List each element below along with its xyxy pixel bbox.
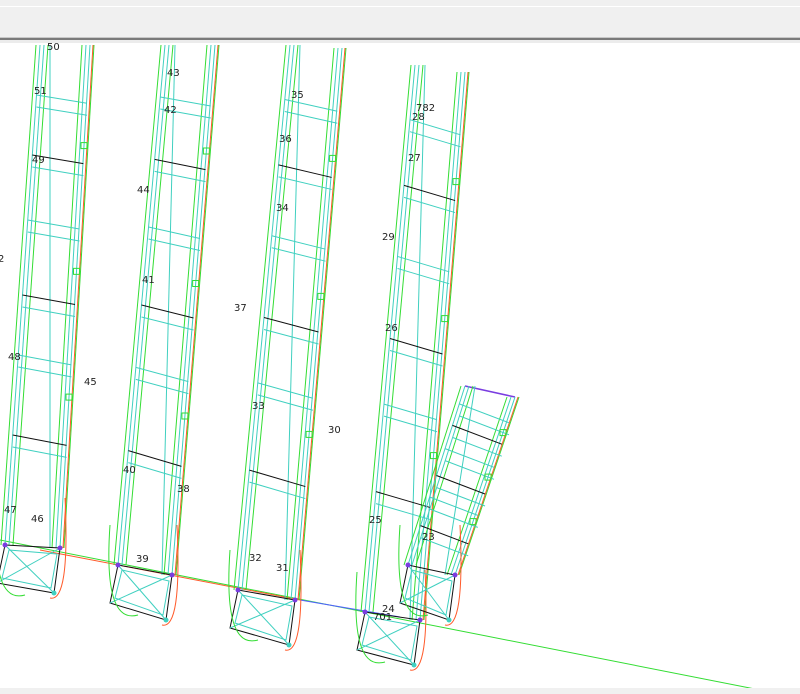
cross-section — [409, 131, 461, 148]
wire-edge — [245, 44, 299, 591]
node-label: 29 — [382, 232, 395, 243]
toolbar — [0, 0, 800, 38]
cross-section — [397, 267, 450, 285]
node-label: 51 — [34, 86, 47, 97]
node-label: 701 — [373, 612, 392, 623]
wire-edge — [63, 44, 95, 549]
wire-edge — [368, 64, 420, 613]
wireframe-canvas[interactable]: 50 51 49 2 48 47 46 45 44 43 42 41 40 39… — [0, 42, 800, 691]
wire-edge — [233, 44, 287, 591]
wire-edge — [8, 44, 45, 546]
wire-edge — [163, 44, 208, 576]
foot-box — [229, 589, 296, 646]
node-point — [2, 542, 8, 548]
node-point — [362, 609, 368, 615]
node-label: 33 — [252, 401, 265, 412]
cross-section — [154, 170, 206, 183]
node-label: 41 — [142, 275, 155, 286]
cross-section — [18, 366, 72, 378]
cross-section — [135, 378, 189, 395]
node-label: 37 — [234, 303, 247, 314]
cross-section — [383, 415, 438, 433]
cross-section — [141, 316, 194, 331]
node-label: 49 — [32, 155, 45, 166]
node-label: 46 — [31, 514, 44, 525]
node-label: 47 — [4, 505, 17, 516]
wire-edge — [174, 44, 219, 576]
node-point — [411, 662, 417, 668]
node-point — [57, 545, 63, 551]
wire-edge — [297, 47, 346, 601]
node-label: 40 — [123, 465, 136, 476]
wire-edge — [294, 47, 343, 601]
node-point — [169, 572, 175, 578]
wire-edge — [457, 396, 519, 576]
foot-box — [109, 564, 173, 621]
wire-edge — [171, 44, 216, 576]
node-point — [292, 597, 298, 603]
toolbar-highlight — [0, 6, 800, 7]
node-point — [286, 642, 292, 648]
wire-edge — [161, 44, 176, 576]
cross-section — [389, 350, 443, 367]
wire-edge — [121, 44, 170, 566]
node-label: 28 — [412, 112, 425, 123]
cross-section — [284, 111, 338, 124]
cross-section — [278, 176, 332, 190]
wire-edge — [167, 44, 212, 576]
wire-edge — [59, 44, 91, 549]
cross-section — [22, 306, 76, 317]
node-label: 32 — [249, 553, 262, 564]
wire-edge — [237, 589, 290, 646]
wire-edge — [241, 44, 295, 591]
node-point — [405, 562, 411, 568]
wire-edge — [125, 44, 174, 566]
node-label: 48 — [8, 352, 21, 363]
wire-edge — [446, 396, 508, 576]
status-strip — [0, 688, 800, 694]
cross-section — [271, 247, 326, 262]
cad-wireframe-viewport[interactable]: 50 51 49 2 48 47 46 45 44 43 42 41 40 39… — [0, 42, 800, 691]
wire-edge — [0, 547, 61, 582]
node-label: 34 — [276, 203, 289, 214]
cross-section — [148, 238, 201, 251]
wire-edge — [286, 47, 335, 601]
wire-edge — [55, 44, 87, 549]
cross-section — [32, 166, 84, 177]
wire-edge — [356, 619, 421, 651]
node-label: 25 — [369, 515, 382, 526]
cross-section — [36, 106, 88, 116]
wire-edge — [175, 44, 220, 576]
cross-section — [403, 196, 456, 214]
node-point — [51, 590, 57, 596]
node-label: 36 — [279, 134, 292, 145]
node-label: 50 — [47, 43, 60, 53]
node-label: 38 — [177, 484, 190, 495]
cross-section — [128, 462, 182, 479]
node-point — [163, 617, 169, 623]
node-point — [452, 572, 458, 578]
node-label: 26 — [385, 323, 398, 334]
node-point — [235, 587, 241, 593]
cross-section — [12, 446, 67, 458]
node-point — [115, 562, 121, 568]
node-label: 42 — [164, 105, 177, 116]
wire-edge — [458, 396, 520, 576]
node-point — [446, 617, 452, 623]
wire-edge — [298, 47, 347, 601]
node-label: 39 — [136, 554, 149, 565]
node-label: 31 — [276, 563, 289, 574]
node-label: 43 — [167, 68, 180, 79]
node-label: 30 — [328, 425, 341, 436]
node-label: 44 — [137, 185, 150, 196]
node-label: 45 — [84, 377, 97, 388]
wire-edge — [113, 44, 162, 566]
node-label: 35 — [291, 90, 304, 101]
node-label: 27 — [408, 153, 421, 164]
node-point — [417, 617, 423, 623]
node-label: 2 — [0, 254, 4, 265]
node-label: 23 — [422, 532, 435, 543]
cross-section — [27, 231, 80, 242]
wire-edge — [360, 64, 412, 613]
